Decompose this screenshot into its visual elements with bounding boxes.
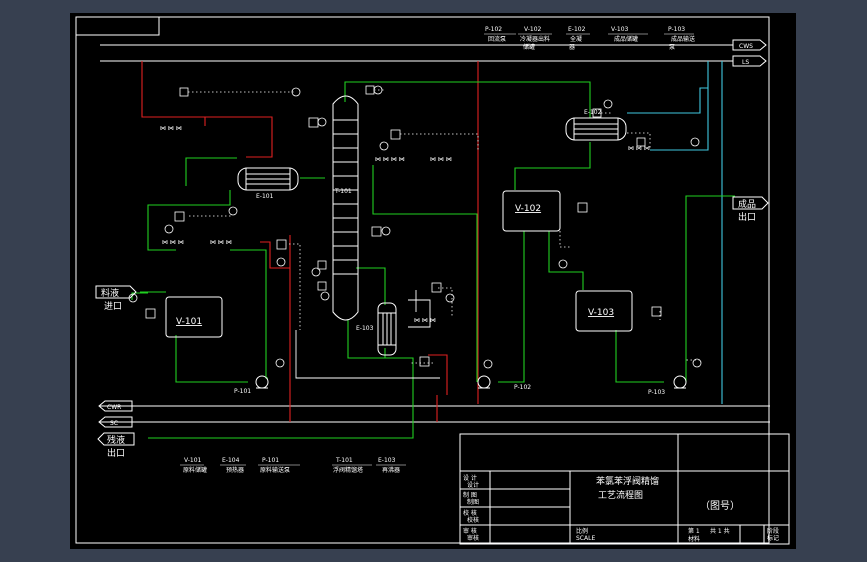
residue-label: 残液 — [107, 434, 125, 446]
svg-text:⋈ ⋈ ⋈: ⋈ ⋈ ⋈ — [430, 156, 452, 163]
legend-tag: V-101 — [184, 457, 202, 464]
legend-tag: P-101 — [262, 457, 279, 464]
row-label: 设 计 — [463, 474, 477, 482]
date-label: 材料 — [688, 535, 700, 543]
p102-label: P-102 — [514, 384, 531, 391]
legend-tag: E-102 — [568, 26, 586, 33]
row-sub: 制图 — [467, 498, 479, 506]
ls-label: LS — [742, 59, 749, 66]
legend-tag: E-103 — [378, 457, 396, 464]
legend-tag: P-102 — [485, 26, 502, 33]
row-label: 制 图 — [463, 491, 477, 499]
row-sub: 校核 — [467, 516, 479, 524]
v102-label: V-102 — [515, 204, 541, 214]
e103-label: E-103 — [356, 325, 374, 332]
drawing-canvas — [70, 13, 796, 549]
row-label: 审 核 — [463, 527, 477, 535]
t101-label: T-101 — [334, 188, 352, 195]
title-line2: 工艺流程图 — [598, 489, 643, 501]
sheet-label: 第 1 — [688, 527, 700, 535]
sc-label: SC — [110, 420, 118, 427]
svg-text:⋈ ⋈ ⋈: ⋈ ⋈ ⋈ — [210, 239, 232, 246]
legend-tag: V-102 — [524, 26, 542, 33]
legend-name: 浮阀精馏塔 — [333, 466, 363, 474]
total-label: 共 1 共 — [710, 527, 730, 535]
legend-name: 原料储罐 — [183, 466, 207, 474]
svg-text:⋈ ⋈ ⋈ ⋈: ⋈ ⋈ ⋈ ⋈ — [375, 156, 405, 163]
legend-tag: P-103 — [668, 26, 685, 33]
ratio-label: 比例 — [576, 527, 588, 535]
svg-text:⋈ ⋈ ⋈: ⋈ ⋈ ⋈ — [414, 317, 436, 324]
p103-label: P-103 — [648, 389, 665, 396]
svg-text:⋈ ⋈ ⋈: ⋈ ⋈ ⋈ — [628, 145, 650, 152]
legend-tag: T-101 — [335, 457, 353, 464]
row-label: 校 核 — [463, 509, 477, 517]
drawing-number: （图号） — [700, 500, 740, 512]
svg-text:⋈ ⋈ ⋈: ⋈ ⋈ ⋈ — [160, 125, 182, 132]
e101-label: E-101 — [256, 193, 274, 200]
cws-label: CWS — [739, 43, 753, 50]
svg-text:⋈ ⋈ ⋈: ⋈ ⋈ ⋈ — [162, 239, 184, 246]
v101-label: V-101 — [176, 317, 202, 327]
cwr-label: CWR — [107, 404, 121, 411]
legend-name: 回流泵 — [488, 35, 506, 43]
legend-tag: E-104 — [222, 457, 240, 464]
row-sub: 设计 — [467, 481, 479, 489]
marks-sub: 标记 — [767, 534, 779, 542]
ratio-sub: SCALE — [576, 535, 595, 542]
p101-label: P-101 — [234, 388, 251, 395]
v103-label: V-103 — [588, 308, 614, 318]
legend-name: 原料输送泵 — [260, 466, 290, 474]
product-sub: 出口 — [738, 211, 756, 223]
cad-viewport: P-102 回流泵 V-102 冷凝器出料 E-102 全凝 V-103 成品储… — [70, 13, 796, 549]
product-label: 成品 — [738, 198, 756, 210]
row-sub: 审核 — [467, 534, 479, 542]
marks-label: 阶段 — [767, 527, 779, 535]
legend-name: 冷凝器出料 — [520, 35, 550, 43]
legend-name: 再沸器 — [382, 466, 400, 474]
legend-name: 成品储罐 — [614, 35, 638, 43]
legend-name: 储罐 — [523, 43, 535, 51]
feed-label: 料液 — [101, 287, 119, 299]
legend-name: 预热器 — [226, 466, 244, 474]
legend-name: 全凝 — [570, 35, 582, 43]
legend-name: 成品输送 — [671, 35, 695, 43]
residue-sub: 出口 — [107, 447, 125, 459]
title-line1: 苯氯苯浮阀精馏 — [596, 475, 659, 487]
feed-sub: 进口 — [104, 301, 122, 312]
legend-tag: V-103 — [611, 26, 629, 33]
